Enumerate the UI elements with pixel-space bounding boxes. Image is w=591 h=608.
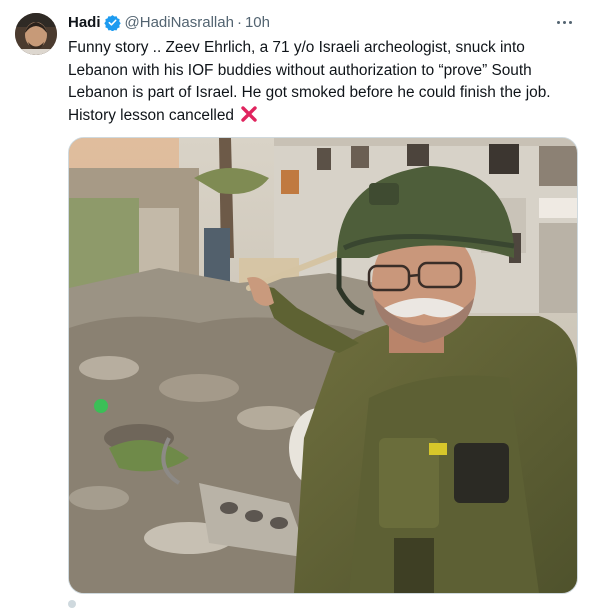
more-options-icon[interactable] bbox=[553, 12, 575, 32]
tweet-photo[interactable] bbox=[68, 137, 578, 594]
action-bar-partial-icon bbox=[68, 600, 76, 608]
tweet-text: Funny story .. Zeev Ehrlich, a 71 y/o Is… bbox=[68, 37, 578, 127]
avatar[interactable] bbox=[15, 13, 57, 55]
tweet-header: Hadi @HadiNasrallah · 10h bbox=[68, 12, 270, 32]
tweet-card[interactable]: Hadi @HadiNasrallah · 10h Funny story ..… bbox=[0, 0, 591, 608]
tweet-text-content: Funny story .. Zeev Ehrlich, a 71 y/o Is… bbox=[68, 39, 555, 124]
cross-mark-icon bbox=[240, 105, 258, 123]
verified-badge-icon bbox=[103, 14, 121, 31]
separator-dot: · bbox=[236, 13, 242, 31]
author-handle[interactable]: @HadiNasrallah bbox=[125, 14, 234, 31]
photo-soldier-rubble bbox=[69, 138, 577, 593]
author-name[interactable]: Hadi bbox=[68, 14, 101, 31]
timestamp[interactable]: 10h bbox=[245, 14, 270, 31]
